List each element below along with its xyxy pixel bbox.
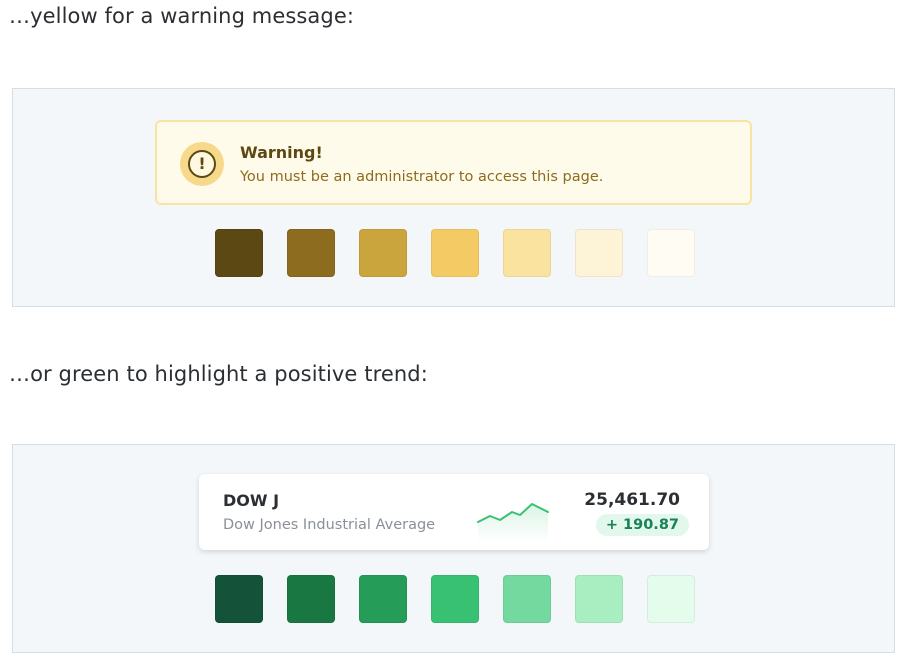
green-swatch-2 bbox=[287, 575, 335, 623]
yellow-swatch-2 bbox=[287, 229, 335, 277]
warning-alert: ! Warning! You must be an administrator … bbox=[155, 120, 752, 205]
warning-title: Warning! bbox=[240, 143, 323, 162]
yellow-swatch-1 bbox=[215, 229, 263, 277]
yellow-palette bbox=[215, 229, 695, 277]
exclamation-circle-icon: ! bbox=[188, 150, 216, 178]
warning-message: You must be an administrator to access t… bbox=[240, 169, 604, 185]
green-swatch-3 bbox=[359, 575, 407, 623]
yellow-swatch-7 bbox=[647, 229, 695, 277]
yellow-example-panel: ! Warning! You must be an administrator … bbox=[12, 88, 895, 307]
yellow-swatch-4 bbox=[431, 229, 479, 277]
stock-company-name: Dow Jones Industrial Average bbox=[223, 517, 436, 533]
caption-green: …or green to highlight a positive trend: bbox=[9, 362, 428, 386]
sparkline-chart-icon bbox=[477, 503, 549, 542]
yellow-swatch-3 bbox=[359, 229, 407, 277]
warning-icon-background: ! bbox=[180, 142, 224, 186]
stock-change-badge: + 190.87 bbox=[595, 514, 689, 536]
yellow-swatch-6 bbox=[575, 229, 623, 277]
stock-price: 25,461.70 bbox=[584, 490, 680, 510]
stock-card: DOW J Dow Jones Industrial Average 25,46… bbox=[199, 474, 709, 550]
green-swatch-6 bbox=[575, 575, 623, 623]
stock-ticker: DOW J bbox=[223, 491, 280, 510]
green-example-panel: DOW J Dow Jones Industrial Average 25,46… bbox=[12, 444, 895, 653]
caption-yellow: …yellow for a warning message: bbox=[9, 4, 355, 28]
green-swatch-7 bbox=[647, 575, 695, 623]
yellow-swatch-5 bbox=[503, 229, 551, 277]
green-palette bbox=[215, 575, 695, 623]
green-swatch-4 bbox=[431, 575, 479, 623]
green-swatch-5 bbox=[503, 575, 551, 623]
green-swatch-1 bbox=[215, 575, 263, 623]
